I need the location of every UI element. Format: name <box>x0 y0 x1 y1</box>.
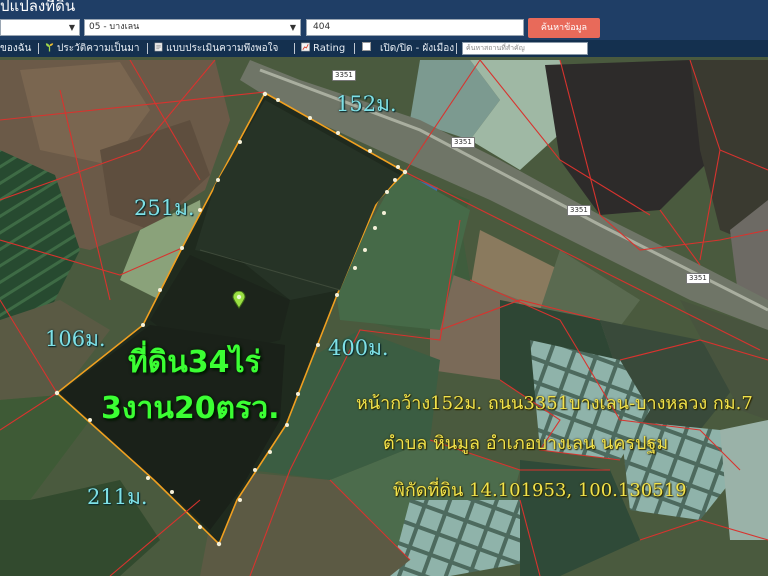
app-header: ปแปลงที่ดิน <box>0 0 768 16</box>
info-coordinates: พิกัดที่ดิน 14.101953, 100.130519 <box>393 480 687 501</box>
area-label-ngan-wa: 3งาน20ตรว. <box>101 391 280 426</box>
toolbar-divider <box>456 43 457 54</box>
toolbar-item-history[interactable]: ประวัติความเป็นมา <box>45 40 140 57</box>
road-number-badge: 3351 <box>567 205 591 216</box>
info-frontage-road: หน้ากว้าง152ม. ถนน3351บางเลน-บางหลวง กม.… <box>356 393 753 414</box>
toolbar-divider <box>294 43 295 54</box>
parcel-number-input[interactable]: 404 <box>306 19 524 36</box>
document-icon <box>154 42 163 52</box>
toolbar-divider <box>354 43 355 54</box>
chart-icon <box>301 42 310 52</box>
place-search-input[interactable]: ค้นหาสถานที่สำคัญ <box>462 42 588 55</box>
chevron-down-icon: ▼ <box>68 23 75 32</box>
district-select-value: 05 - บางเลน <box>89 22 140 32</box>
toolbar-item-rating[interactable]: Rating <box>301 40 345 57</box>
search-form: ▼ 05 - บางเลน ▼ 404 ค้นหาข้อมูล <box>0 16 768 40</box>
satellite-map[interactable]: 3351 3351 3351 3351 152ม. 251ม. 106ม. 40… <box>0 57 768 576</box>
land-parcel-app: ปแปลงที่ดิน ▼ 05 - บางเลน ▼ 404 ค้นหาข้อ… <box>0 0 768 576</box>
dimension-label-west: 106ม. <box>45 327 106 351</box>
toolbar-item-mine[interactable]: ของฉัน <box>0 40 31 57</box>
area-label-rai: ที่ดิน34ไร่ <box>128 345 261 380</box>
dimension-label-north: 152ม. <box>336 92 397 116</box>
location-pin-icon[interactable] <box>232 291 246 309</box>
toolbar-item-city-plan-toggle[interactable]: เปิด/ปิด - ผังเมือง <box>362 40 454 57</box>
toolbar-item-survey[interactable]: แบบประเมินความพึงพอใจ <box>154 40 278 57</box>
toolbar-item-label: ประวัติความเป็นมา <box>57 43 140 54</box>
toolbar-item-label: เปิด/ปิด - ผังเมือง <box>380 43 455 54</box>
dimension-label-east: 400ม. <box>328 336 389 360</box>
province-select[interactable]: ▼ <box>0 19 80 36</box>
dimension-label-northwest: 251ม. <box>134 196 195 220</box>
toolbar: ของฉัน ประวัติความเป็นมา แบบประเมินความพ… <box>0 40 768 57</box>
info-location: ตำบล หินมูล อำเภอบางเลน นครปฐม <box>383 433 669 454</box>
toolbar-item-label: ของฉัน <box>0 43 32 54</box>
page-title: ปแปลงที่ดิน <box>0 0 76 15</box>
chevron-down-icon: ▼ <box>289 23 296 32</box>
road-number-badge: 3351 <box>332 70 356 81</box>
toolbar-item-label: Rating <box>313 43 346 54</box>
district-select[interactable]: 05 - บางเลน ▼ <box>84 19 301 36</box>
road-number-badge: 3351 <box>686 273 710 284</box>
toolbar-divider <box>38 43 39 54</box>
road-number-badge: 3351 <box>451 137 475 148</box>
checkbox-icon[interactable] <box>362 42 371 51</box>
search-button[interactable]: ค้นหาข้อมูล <box>528 18 600 38</box>
parcel-number-value: 404 <box>313 22 331 32</box>
toolbar-divider <box>147 43 148 54</box>
sprout-icon <box>45 43 54 52</box>
toolbar-item-label: แบบประเมินความพึงพอใจ <box>166 43 279 54</box>
dimension-label-south: 211ม. <box>87 485 148 509</box>
